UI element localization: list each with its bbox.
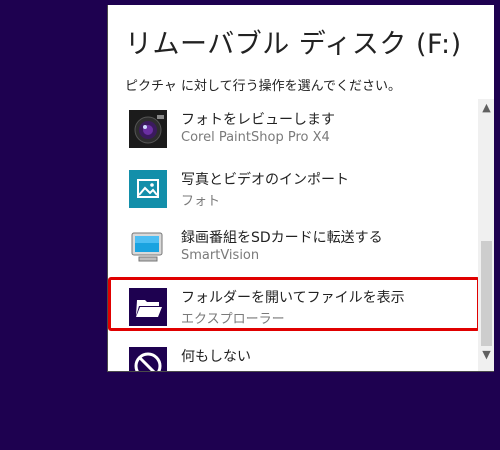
action-import-photos[interactable]: 写真とビデオのインポート フォト — [108, 165, 478, 221]
dialog-subtitle: ピクチャ に対して行う操作を選んでください。 — [125, 79, 401, 94]
photo-picture-icon — [129, 170, 167, 208]
action-label: 何もしない — [181, 349, 251, 365]
action-transfer-sd[interactable]: 録画番組をSDカードに転送する SmartVision — [108, 223, 478, 279]
scroll-thumb[interactable] — [481, 241, 492, 346]
dialog-title: リムーバブル ディスク (F:) — [125, 29, 462, 60]
camera-lens-icon — [129, 110, 167, 148]
folder-open-icon — [129, 288, 167, 326]
action-label: 録画番組をSDカードに転送する — [181, 230, 383, 246]
action-take-no-action[interactable]: 何もしない — [108, 342, 478, 371]
action-open-folder[interactable]: フォルダーを開いてファイルを表示 エクスプローラー — [108, 283, 478, 339]
autoplay-dialog: リムーバブル ディスク (F:) ピクチャ に対して行う操作を選んでください。 … — [107, 5, 494, 372]
action-app: SmartVision — [181, 248, 260, 263]
scroll-down-arrow-icon[interactable]: ▼ — [480, 348, 493, 361]
action-label: 写真とビデオのインポート — [181, 172, 349, 188]
action-app: フォト — [181, 194, 221, 209]
action-label: フォトをレビューします — [181, 112, 335, 128]
vertical-scrollbar[interactable]: ▲ ▼ — [478, 99, 494, 371]
action-review-photos[interactable]: フォトをレビューします Corel PaintShop Pro X4 — [108, 105, 478, 161]
monitor-icon — [129, 228, 167, 266]
scroll-up-arrow-icon[interactable]: ▲ — [480, 101, 493, 114]
action-label: フォルダーを開いてファイルを表示 — [181, 290, 405, 306]
action-app: エクスプローラー — [181, 312, 285, 327]
action-app: Corel PaintShop Pro X4 — [181, 130, 330, 145]
no-action-icon — [129, 347, 167, 371]
